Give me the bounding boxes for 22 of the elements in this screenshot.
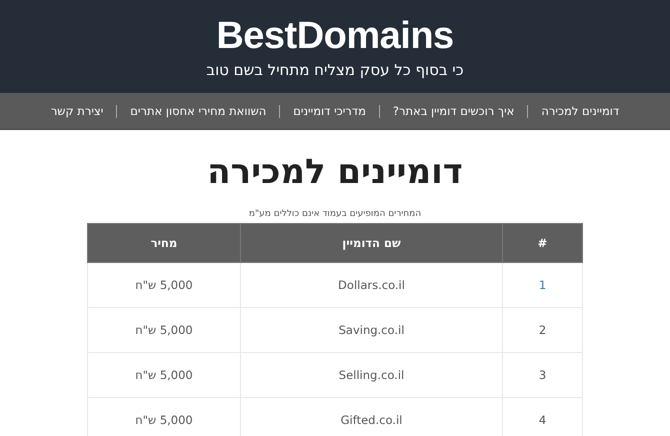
nav-link[interactable]: איך רוכשים דומיין באתר? <box>380 104 528 118</box>
table-cell: 5,000 ש"ח <box>88 308 240 352</box>
table-cell: 5,000 ש"ח <box>88 262 240 308</box>
table-cell: Dollars.co.il <box>240 262 502 308</box>
table-cell: Saving.co.il <box>240 308 502 352</box>
price-note: המחירים המופיעים בעמוד אינם כוללים מע"מ <box>248 208 422 220</box>
nav-link[interactable]: דומיינים למכירה <box>528 104 632 118</box>
page-title: דומיינים למכירה <box>207 151 463 194</box>
row-number: 3 <box>538 368 546 382</box>
row-number: 2 <box>538 323 546 337</box>
column-header: מחיר <box>88 224 240 262</box>
nav-link[interactable]: השוואת מחירי אחסון אתרים <box>117 104 280 118</box>
row-number-link[interactable]: 1 <box>538 278 546 292</box>
nav-link[interactable]: יצירת קשר <box>38 104 116 118</box>
table-cell: Selling.co.il <box>240 352 502 398</box>
site-logo[interactable]: BestDomains <box>216 14 454 58</box>
nav-link[interactable]: מדריכי דומיינים <box>280 104 379 118</box>
table-cell: 5,000 ש"ח <box>88 352 240 398</box>
column-header: שם הדומיין <box>240 224 502 262</box>
tagline: כי בסוף כל עסק מצליח מתחיל בשם טוב <box>206 60 464 81</box>
column-header: # <box>502 224 582 262</box>
row-number: 4 <box>538 413 546 427</box>
